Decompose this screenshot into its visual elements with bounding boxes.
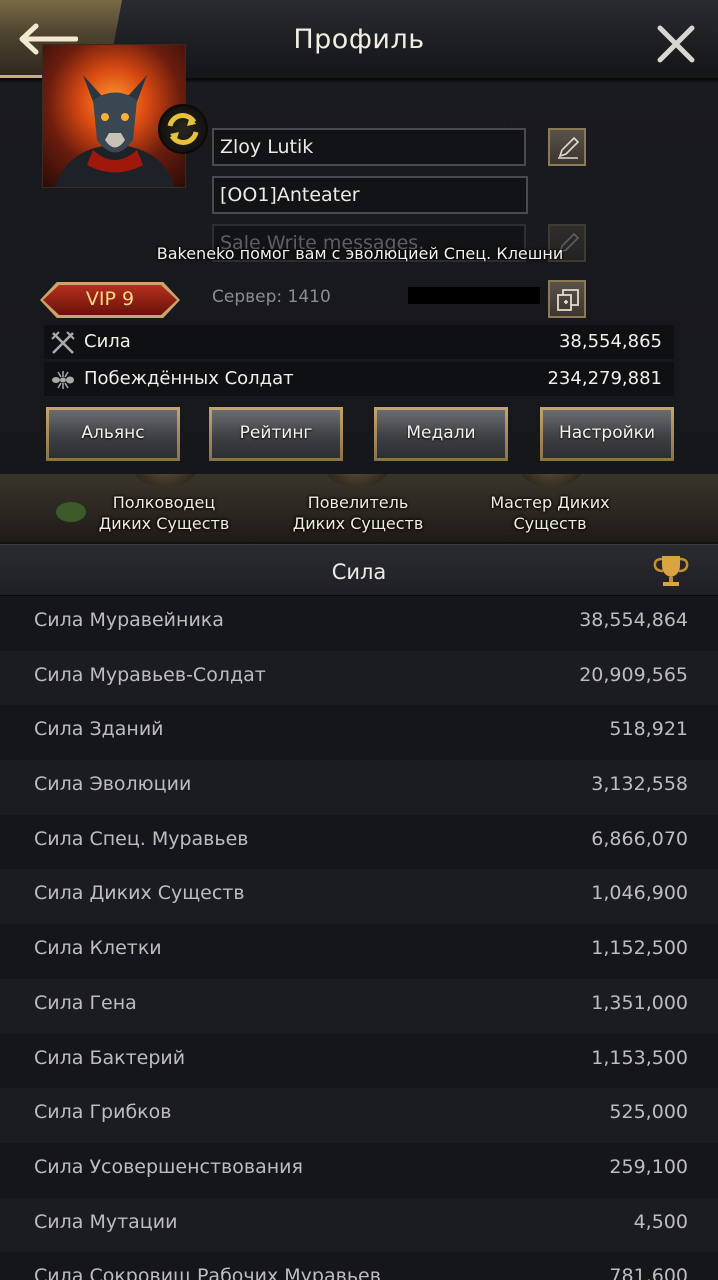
pencil-icon bbox=[558, 136, 580, 159]
stat-label: Сила bbox=[84, 331, 131, 352]
list-item-value: 781,600 bbox=[609, 1265, 688, 1280]
title-item[interactable]: Повелитель Диких Существ bbox=[258, 492, 458, 534]
crossed-swords-icon bbox=[51, 331, 75, 354]
list-item-label: Сила Эволюции bbox=[34, 773, 192, 796]
list-item-value: 518,921 bbox=[609, 718, 688, 741]
list-item-label: Сила Гена bbox=[34, 991, 137, 1014]
notification-toast: Bakeneko помог вам с эволюцией Спец. Кле… bbox=[156, 244, 564, 263]
stat-row-power: Сила 38,554,865 bbox=[44, 325, 674, 359]
list-item-value: 259,100 bbox=[609, 1155, 688, 1178]
alliance-tag-field: [OO1]Anteater bbox=[212, 176, 528, 214]
settings-button-label: Настройки bbox=[543, 410, 671, 458]
list-item: Сила Эволюции 3,132,558 bbox=[0, 760, 718, 815]
stat-value: 38,554,865 bbox=[558, 331, 662, 352]
settings-button[interactable]: Настройки bbox=[540, 407, 674, 461]
section-header: Сила bbox=[0, 544, 718, 596]
medals-button-label: Медали bbox=[377, 410, 505, 458]
list-item-label: Сила Зданий bbox=[34, 718, 164, 741]
list-item: Сила Спец. Муравьев 6,866,070 bbox=[0, 814, 718, 870]
stat-row-defeated: Побеждённых Солдат 234,279,881 bbox=[44, 362, 674, 396]
list-item-label: Сила Клетки bbox=[34, 937, 162, 960]
ranking-button-label: Рейтинг bbox=[212, 410, 340, 458]
list-item-label: Сила Усовершенствования bbox=[34, 1155, 303, 1178]
trophy-icon[interactable] bbox=[650, 553, 692, 589]
redacted-id bbox=[408, 287, 540, 304]
list-item-label: Сила Мутации bbox=[34, 1210, 178, 1233]
list-item: Сила Зданий 518,921 bbox=[0, 705, 718, 761]
title-item[interactable]: Полководец Диких Существ bbox=[64, 492, 264, 534]
power-list: Сила Муравейника 38,554,864 Сила Муравьев… bbox=[0, 596, 718, 1280]
list-item-label: Сила Муравейника bbox=[34, 609, 224, 631]
swap-avatar-icon[interactable] bbox=[158, 104, 208, 154]
list-item-label: Сила Диких Существ bbox=[34, 882, 245, 905]
medals-button[interactable]: Медали bbox=[374, 407, 508, 461]
list-item: Сила Грибков 525,000 bbox=[0, 1088, 718, 1143]
list-item-label: Сила Муравьев-Солдат bbox=[34, 663, 266, 686]
list-item-value: 4,500 bbox=[633, 1210, 688, 1233]
title-line: Диких Существ bbox=[292, 514, 424, 533]
list-item: Сила Мутации 4,500 bbox=[0, 1197, 718, 1253]
section-title: Сила bbox=[331, 560, 387, 584]
title-line: Мастер Диких bbox=[490, 493, 610, 512]
ranking-button[interactable]: Рейтинг bbox=[209, 407, 343, 461]
title-emblem-icon bbox=[130, 474, 200, 486]
list-item-label: Сила Сокровищ Рабочих Муравьев bbox=[34, 1265, 381, 1280]
list-item-value: 38,554,864 bbox=[579, 609, 688, 631]
stat-value: 234,279,881 bbox=[547, 368, 662, 389]
list-item-value: 1,351,000 bbox=[591, 991, 688, 1014]
list-item-value: 1,153,500 bbox=[591, 1046, 688, 1069]
server-label: Сервер: 1410 bbox=[212, 287, 331, 307]
list-item: Сила Бактерий 1,153,500 bbox=[0, 1033, 718, 1089]
ant-icon bbox=[52, 371, 74, 389]
list-item-value: 3,132,558 bbox=[591, 773, 688, 796]
title-line: Повелитель bbox=[307, 493, 409, 512]
list-item: Сила Сокровищ Рабочих Муравьев 781,600 bbox=[0, 1252, 718, 1280]
alliance-button[interactable]: Альянс bbox=[46, 407, 180, 461]
list-item: Сила Усовершенствования 259,100 bbox=[0, 1142, 718, 1198]
list-item-value: 20,909,565 bbox=[579, 663, 688, 686]
list-item-label: Сила Спец. Муравьев bbox=[34, 827, 249, 850]
edit-name-button[interactable] bbox=[548, 128, 586, 166]
alliance-button-label: Альянс bbox=[49, 410, 177, 458]
list-item: Сила Клетки 1,152,500 bbox=[0, 924, 718, 979]
title-emblem-icon bbox=[516, 474, 586, 486]
list-item-value: 525,000 bbox=[609, 1101, 688, 1124]
title-line: Существ bbox=[513, 514, 587, 533]
list-item: Сила Гена 1,351,000 bbox=[0, 978, 718, 1034]
copy-icon bbox=[557, 289, 579, 311]
list-item-value: 6,866,070 bbox=[591, 827, 688, 850]
list-item-value: 1,152,500 bbox=[591, 937, 688, 960]
list-item: Сила Муравейника 38,554,864 bbox=[0, 596, 718, 651]
player-name-field[interactable]: Zloy Lutik bbox=[212, 128, 526, 166]
title-line: Диких Существ bbox=[98, 514, 230, 533]
list-item: Сила Диких Существ 1,046,900 bbox=[0, 869, 718, 925]
list-item: Сила Муравьев-Солдат 20,909,565 bbox=[0, 650, 718, 706]
title-item[interactable]: Мастер Диких Существ bbox=[450, 492, 650, 534]
title-line: Полководец bbox=[112, 493, 216, 512]
title-emblem-icon bbox=[322, 474, 392, 486]
list-item-label: Сила Грибков bbox=[34, 1101, 172, 1124]
close-icon[interactable] bbox=[654, 22, 698, 66]
titles-banner: Полководец Диких Существ Повелитель Дики… bbox=[0, 474, 718, 542]
stat-label: Побеждённых Солдат bbox=[84, 368, 294, 389]
list-item-label: Сила Бактерий bbox=[34, 1046, 186, 1069]
copy-id-button[interactable] bbox=[548, 280, 586, 318]
vip-badge[interactable]: VIP 9 bbox=[43, 285, 177, 315]
list-item-value: 1,046,900 bbox=[591, 882, 688, 905]
